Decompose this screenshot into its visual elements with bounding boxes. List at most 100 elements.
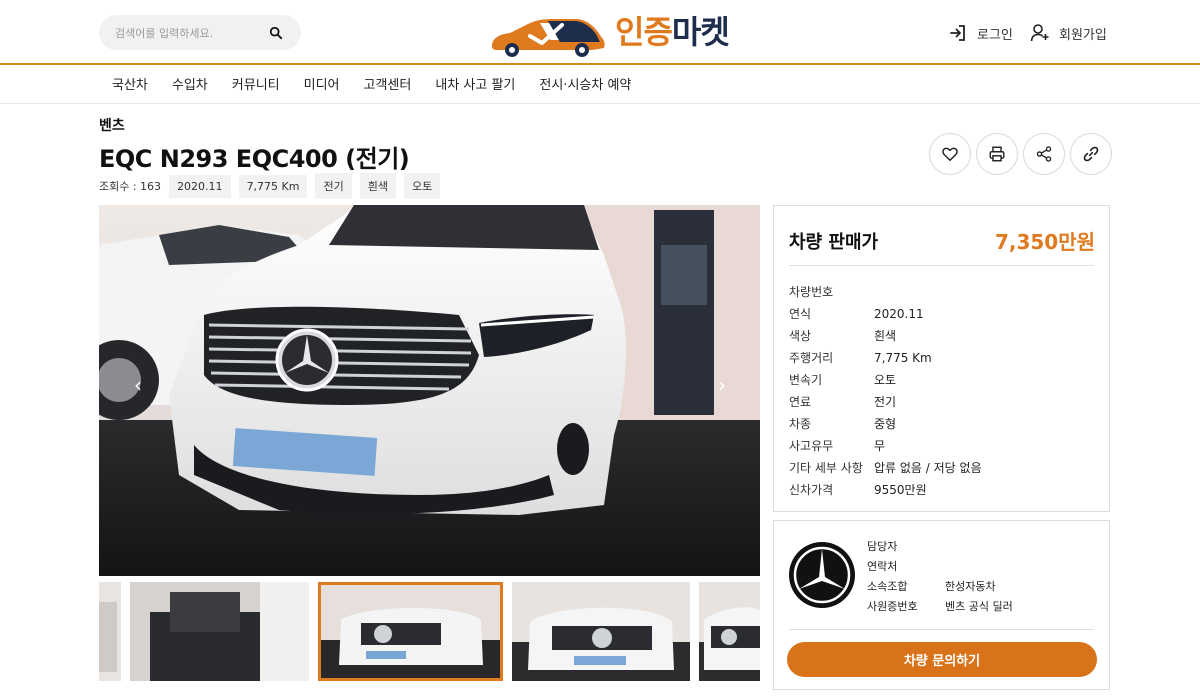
nav-item-buy-sell[interactable]: 내차 사고 팔기 xyxy=(435,76,515,96)
nav-item-media[interactable]: 미디어 xyxy=(304,76,340,96)
spec-label: 기타 세부 사항 xyxy=(789,461,863,475)
spec-list: 차량번호 연식 2020.11 색상 흰색 주행거리 7,775 Km 변속기 오토 연… xyxy=(789,281,1094,501)
spec-label: 사고유무 xyxy=(789,439,834,453)
spec-value: 2020.11 xyxy=(874,307,924,321)
spec-row-fuel: 연료 전기 xyxy=(789,391,1094,413)
spec-row-new-price: 신차가격 9550만원 xyxy=(789,479,1094,501)
gallery-next-arrow[interactable]: › xyxy=(712,375,732,395)
copy-link-button[interactable] xyxy=(1070,133,1112,175)
dealer-label: 소속조합 xyxy=(867,580,908,593)
spec-row-year: 연식 2020.11 xyxy=(789,303,1094,325)
logo-text-part-1: 인증 xyxy=(615,13,673,51)
spec-row-plate: 차량번호 xyxy=(789,281,1094,303)
spec-value: 오토 xyxy=(874,373,897,387)
spec-value: 전기 xyxy=(874,395,897,409)
spec-value: 7,775 Km xyxy=(874,351,932,365)
spec-value: 압류 없음 / 저당 없음 xyxy=(874,461,982,475)
main-nav: 국산차 수입차 커뮤니티 미디어 고객센터 내차 사고 팔기 전시·시승차 예약 xyxy=(0,67,1200,104)
price-value: 7,350만원 xyxy=(994,230,1095,254)
divider xyxy=(789,629,1094,630)
dealer-label: 담당자 xyxy=(867,540,898,553)
nav-item-customer-center[interactable]: 고객센터 xyxy=(364,76,412,96)
chip-color: 흰색 xyxy=(359,173,396,199)
dealer-value: 벤츠 공식 딜러 xyxy=(945,600,1013,613)
spec-label: 주행거리 xyxy=(789,351,834,365)
heart-icon xyxy=(942,147,958,162)
thumbnail-image xyxy=(699,582,760,681)
spec-row-accident: 사고유무 무 xyxy=(789,435,1094,457)
site-logo[interactable]: 인증마켓 xyxy=(488,10,768,58)
thumbnail-2[interactable] xyxy=(130,582,309,681)
mercedes-logo-avatar xyxy=(789,542,855,608)
spec-row-mileage: 주행거리 7,775 Km xyxy=(789,347,1094,369)
thumbnail-1[interactable] xyxy=(99,582,121,681)
gallery-prev-arrow[interactable]: ‹ xyxy=(128,375,148,395)
thumbnail-image xyxy=(99,582,121,681)
dealer-label: 사원증번호 xyxy=(867,600,918,613)
signup-label: 회원가입 xyxy=(1059,27,1107,43)
chip-year: 2020.11 xyxy=(169,174,231,198)
car-photo-illustration xyxy=(99,205,760,576)
spec-row-class: 차종 중형 xyxy=(789,413,1094,435)
spec-value: 중형 xyxy=(874,417,897,431)
listing-meta: 조회수 : 163 2020.11 7,775 Km 전기 흰색 오토 xyxy=(99,173,448,199)
nav-item-community[interactable]: 커뮤니티 xyxy=(232,76,280,96)
login-label: 로그인 xyxy=(977,27,1013,43)
link-icon xyxy=(1083,146,1099,162)
search-icon[interactable] xyxy=(269,26,283,40)
dealer-contact: 연락처 xyxy=(867,557,1013,577)
signup-link[interactable]: 회원가입 xyxy=(1030,22,1107,44)
site-header: 인증마켓 로그인 회원가입 xyxy=(0,0,1200,65)
main-car-photo[interactable] xyxy=(99,205,760,576)
search-input[interactable] xyxy=(115,24,265,42)
thumbnail-3-selected[interactable] xyxy=(318,582,503,681)
dealer-value: 한성자동차 xyxy=(945,580,996,593)
spec-label: 연료 xyxy=(789,395,812,409)
nav-item-imported[interactable]: 수입차 xyxy=(172,76,208,96)
spec-value: 9550만원 xyxy=(874,483,927,497)
spec-row-details: 기타 세부 사항 압류 없음 / 저당 없음 xyxy=(789,457,1094,479)
chip-transmission: 오토 xyxy=(403,173,441,199)
spec-value: 무 xyxy=(874,439,886,453)
thumbnail-image xyxy=(130,582,309,681)
search-box xyxy=(99,15,301,50)
price-label: 차량 판매가 xyxy=(789,232,879,253)
listing-actions xyxy=(929,133,1117,175)
thumbnail-image xyxy=(512,582,690,681)
dealer-company: 소속조합 한성자동차 xyxy=(867,577,1013,597)
login-icon xyxy=(950,25,965,41)
login-link[interactable]: 로그인 xyxy=(948,22,1013,44)
add-user-icon xyxy=(1030,24,1049,42)
spec-label: 연식 xyxy=(789,307,812,321)
view-count: 조회수 : 163 xyxy=(99,180,162,193)
dealer-manager: 담당자 xyxy=(867,537,1013,557)
spec-value: 흰색 xyxy=(874,329,897,343)
logo-text-part-2: 마켓 xyxy=(671,13,730,51)
spec-label: 신차가격 xyxy=(789,483,834,497)
nav-item-test-drive[interactable]: 전시·시승차 예약 xyxy=(539,76,631,96)
printer-icon xyxy=(989,146,1005,162)
inquire-button[interactable]: 차량 문의하기 xyxy=(787,642,1097,677)
divider xyxy=(789,265,1094,266)
nav-item-domestic[interactable]: 국산차 xyxy=(112,76,148,96)
dealer-info: 담당자 연락처 소속조합 한성자동차 사원증번호 벤츠 공식 딜러 xyxy=(867,537,1013,617)
share-button[interactable] xyxy=(1023,133,1065,175)
logo-text: 인증마켓 xyxy=(615,12,730,52)
chip-fuel: 전기 xyxy=(315,173,352,199)
dealer-panel: 담당자 연락처 소속조합 한성자동차 사원증번호 벤츠 공식 딜러 차량 문의하기 xyxy=(773,520,1110,690)
thumbnail-image xyxy=(321,585,500,678)
favorite-button[interactable] xyxy=(929,133,971,175)
thumbnail-5[interactable] xyxy=(699,582,760,681)
car-brand: 벤츠 xyxy=(99,118,125,134)
dealer-label: 연락처 xyxy=(867,560,898,573)
spec-label: 변속기 xyxy=(789,373,823,387)
spec-row-transmission: 변속기 오토 xyxy=(789,369,1094,391)
chip-mileage: 7,775 Km xyxy=(238,174,308,198)
dealer-employee-id: 사원증번호 벤츠 공식 딜러 xyxy=(867,597,1013,617)
spec-label: 색상 xyxy=(789,329,812,343)
thumbnail-4[interactable] xyxy=(512,582,690,681)
print-button[interactable] xyxy=(976,133,1018,175)
spec-label: 차종 xyxy=(789,417,812,431)
share-icon xyxy=(1036,146,1052,162)
spec-label: 차량번호 xyxy=(789,285,834,299)
